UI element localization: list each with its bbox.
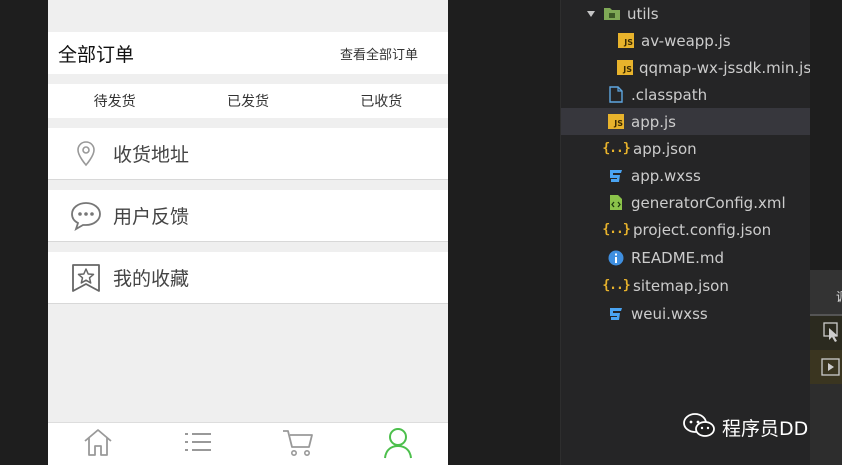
inspect-tool[interactable] <box>810 316 842 350</box>
css-file-icon <box>607 167 625 185</box>
file-name: app.js <box>631 112 676 131</box>
order-status-row: 待发货 已发货 已收货 <box>48 84 448 118</box>
wechat-icon <box>682 411 716 443</box>
view-all-orders-link[interactable]: 查看全部订单 <box>340 44 418 63</box>
file-name: README.md <box>631 248 725 267</box>
chat-bubble-icon <box>68 198 104 234</box>
inspect-cursor-icon <box>823 322 838 342</box>
play-panel-icon <box>821 358 840 376</box>
file-icon <box>607 86 625 104</box>
file-name: av-weapp.js <box>641 31 731 50</box>
file-name: generatorConfig.xml <box>631 193 786 212</box>
file-tree-item[interactable]: README.md <box>561 244 811 271</box>
tab-category[interactable] <box>148 423 248 465</box>
file-name: app.wxss <box>631 166 701 185</box>
editor-gutter <box>448 0 560 465</box>
file-name: qqmap-wx-jssdk.min.js <box>639 58 812 77</box>
cart-icon <box>281 426 315 462</box>
file-name: .classpath <box>631 85 708 104</box>
orders-header: 全部订单 查看全部订单 <box>48 32 448 74</box>
json-file-icon: {..} <box>602 141 630 156</box>
menu-item-favorites[interactable]: 我的收藏 <box>48 252 448 304</box>
file-tree-item[interactable]: {..} sitemap.json <box>561 272 811 299</box>
css-file-icon <box>607 305 625 323</box>
tab-home[interactable] <box>48 423 148 465</box>
preview-tool[interactable] <box>810 350 842 384</box>
orders-title: 全部订单 <box>58 43 135 66</box>
list-icon <box>183 429 213 459</box>
debug-tab-label: 调 <box>836 288 842 305</box>
status-to-ship[interactable]: 待发货 <box>48 91 181 111</box>
js-file-icon: JS <box>607 113 625 131</box>
js-file-icon: JS <box>617 32 635 50</box>
file-name: sitemap.json <box>633 276 729 295</box>
file-explorer: utils JS av-weapp.js JS qqmap-wx-jssdk.m… <box>560 0 811 465</box>
menu-label: 用户反馈 <box>113 206 190 228</box>
user-icon <box>382 425 414 463</box>
file-name: app.json <box>633 139 697 158</box>
watermark-text: 程序员DD <box>722 417 809 440</box>
debug-panel-tab[interactable]: 调 <box>810 270 842 316</box>
file-tree-item[interactable]: weui.wxss <box>561 300 811 327</box>
file-tree-folder-utils[interactable]: utils <box>561 0 811 27</box>
home-icon <box>82 426 114 462</box>
menu-item-address[interactable]: 收货地址 <box>48 128 448 180</box>
file-tree-item[interactable]: app.wxss <box>561 162 811 189</box>
phone-simulator: 全部订单 查看全部订单 待发货 已发货 已收货 收货地址 用户反馈 我的收藏 <box>48 0 448 465</box>
status-shipped[interactable]: 已发货 <box>181 91 314 111</box>
bottom-tabbar <box>48 422 448 465</box>
file-name: project.config.json <box>633 220 772 239</box>
file-tree-item[interactable]: {..} project.config.json <box>561 216 811 243</box>
info-icon <box>607 249 625 267</box>
file-tree-item[interactable]: generatorConfig.xml <box>561 189 811 216</box>
xml-file-icon <box>607 194 625 212</box>
js-file-icon: JS <box>617 59 633 77</box>
menu-label: 收货地址 <box>113 144 190 166</box>
json-file-icon: {..} <box>602 278 630 293</box>
left-panel-edge <box>0 0 48 465</box>
menu-item-feedback[interactable]: 用户反馈 <box>48 190 448 242</box>
tab-profile[interactable] <box>348 423 448 465</box>
top-bar <box>48 0 448 32</box>
file-name: weui.wxss <box>631 304 708 323</box>
watermark: 程序员DD <box>682 410 808 444</box>
file-tree-item-selected[interactable]: JS app.js <box>561 108 811 135</box>
chevron-down-icon <box>585 5 597 23</box>
location-pin-icon <box>68 136 104 172</box>
file-name: utils <box>627 4 659 23</box>
debug-panel: 调 <box>810 270 842 465</box>
file-tree-item[interactable]: .classpath <box>561 81 811 108</box>
status-received[interactable]: 已收货 <box>315 91 448 111</box>
file-tree-item[interactable]: JS qqmap-wx-jssdk.min.js <box>561 54 811 81</box>
file-tree-item[interactable]: JS av-weapp.js <box>561 27 811 54</box>
folder-icon <box>603 5 621 23</box>
file-tree-item[interactable]: {..} app.json <box>561 135 811 162</box>
json-file-icon: {..} <box>602 222 630 237</box>
menu-label: 我的收藏 <box>113 268 190 290</box>
tab-cart[interactable] <box>248 423 348 465</box>
star-bookmark-icon <box>68 260 104 296</box>
